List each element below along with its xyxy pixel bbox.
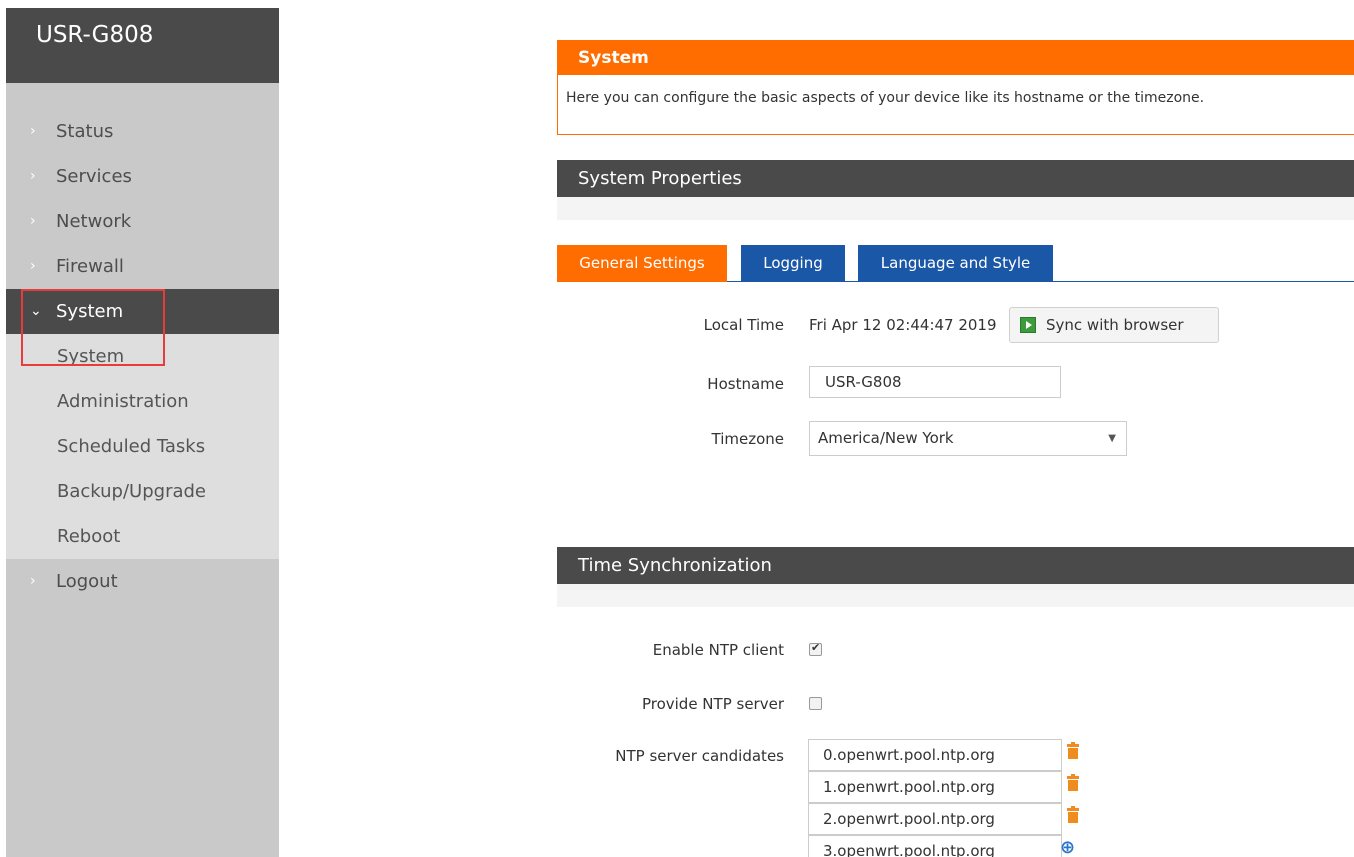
intro-panel: System Here you can configure the basic … <box>557 40 1354 135</box>
sidebar-item-label: Firewall <box>56 256 124 277</box>
enable-ntp-checkbox[interactable] <box>809 641 822 656</box>
ntp-server-input[interactable]: 2.openwrt.pool.ntp.org <box>808 803 1062 835</box>
sidebar-item-label: System <box>56 301 124 322</box>
chevron-right-icon: › <box>30 573 36 589</box>
play-icon <box>1020 317 1036 333</box>
sidebar-item-services[interactable]: › Services <box>6 154 279 199</box>
dropdown-arrow-icon: ▼ <box>1108 433 1116 444</box>
sync-with-browser-button[interactable]: Sync with browser <box>1009 307 1219 343</box>
list-item: 3.openwrt.pool.ntp.org ⊕ <box>808 835 1075 857</box>
sync-button-label: Sync with browser <box>1046 316 1184 334</box>
page-title: System <box>558 41 1354 75</box>
time-sync-section: Time Synchronization <box>557 547 1354 607</box>
trash-icon[interactable] <box>1067 742 1079 759</box>
sidebar-item-label: Network <box>56 211 132 232</box>
timezone-selected-value: America/New York <box>818 429 954 447</box>
brand-title: USR-G808 <box>6 8 279 83</box>
local-time-value: Fri Apr 12 02:44:47 2019 <box>809 316 997 334</box>
submenu-item-administration[interactable]: Administration <box>6 379 279 424</box>
page-description: Here you can configure the basic aspects… <box>566 90 1205 106</box>
ntp-server-input[interactable]: 0.openwrt.pool.ntp.org <box>808 739 1062 771</box>
chevron-right-icon: › <box>30 213 36 229</box>
settings-tabs: General Settings Logging Language and St… <box>557 245 1354 282</box>
chevron-right-icon: › <box>30 258 36 274</box>
ntp-server-input[interactable]: 3.openwrt.pool.ntp.org <box>808 835 1062 857</box>
section-title-time-sync: Time Synchronization <box>557 547 1354 584</box>
system-submenu: System Administration Scheduled Tasks Ba… <box>6 334 279 559</box>
ntp-server-input[interactable]: 1.openwrt.pool.ntp.org <box>808 771 1062 803</box>
list-item: 1.openwrt.pool.ntp.org <box>808 771 1079 803</box>
provide-ntp-row: Provide NTP server <box>557 686 1354 722</box>
sidebar-item-status[interactable]: › Status <box>6 109 279 154</box>
submenu-item-reboot[interactable]: Reboot <box>6 514 279 559</box>
add-icon[interactable]: ⊕ <box>1060 837 1075 857</box>
submenu-item-scheduled-tasks[interactable]: Scheduled Tasks <box>6 424 279 469</box>
timezone-label: Timezone <box>711 430 785 448</box>
provide-ntp-checkbox[interactable] <box>809 697 822 710</box>
hostname-label: Hostname <box>707 375 784 393</box>
chevron-down-icon: ⌄ <box>30 303 42 319</box>
chevron-right-icon: › <box>30 123 36 139</box>
provide-ntp-label: Provide NTP server <box>641 695 784 713</box>
timezone-select[interactable]: America/New York ▼ <box>809 421 1127 456</box>
section-title-system-properties: System Properties <box>557 160 1354 197</box>
sidebar-menu: › Status › Services › Network › Firewall… <box>6 109 279 604</box>
hostname-row: Hostname USR-G808 <box>557 366 1354 402</box>
tab-logging[interactable]: Logging <box>741 245 845 282</box>
chevron-right-icon: › <box>30 168 36 184</box>
trash-icon[interactable] <box>1067 806 1079 823</box>
local-time-label: Local Time <box>703 316 784 334</box>
sidebar-item-logout[interactable]: › Logout <box>6 559 279 604</box>
main-content: System Here you can configure the basic … <box>557 40 1354 220</box>
ntp-candidates-list: 0.openwrt.pool.ntp.org 1.openwrt.pool.nt… <box>808 739 1079 857</box>
local-time-row: Local Time Fri Apr 12 02:44:47 2019 Sync… <box>557 307 1354 343</box>
enable-ntp-label: Enable NTP client <box>652 641 784 659</box>
timezone-row: Timezone America/New York ▼ <box>557 421 1354 457</box>
sidebar-item-system[interactable]: ⌄ System <box>6 289 279 334</box>
list-item: 0.openwrt.pool.ntp.org <box>808 739 1079 771</box>
sidebar-item-network[interactable]: › Network <box>6 199 279 244</box>
submenu-item-backup-upgrade[interactable]: Backup/Upgrade <box>6 469 279 514</box>
ntp-candidates-label: NTP server candidates <box>615 747 784 765</box>
sidebar-item-firewall[interactable]: › Firewall <box>6 244 279 289</box>
trash-icon[interactable] <box>1067 774 1079 791</box>
sidebar-item-label: Status <box>56 121 114 142</box>
sidebar-item-label: Services <box>56 166 132 187</box>
sidebar: USR-G808 › Status › Services › Network ›… <box>6 8 279 857</box>
sidebar-item-label: Logout <box>56 571 118 592</box>
submenu-item-system[interactable]: System <box>6 334 279 379</box>
tab-general-settings[interactable]: General Settings <box>557 245 727 282</box>
tab-language-and-style[interactable]: Language and Style <box>858 245 1053 282</box>
list-item: 2.openwrt.pool.ntp.org <box>808 803 1079 835</box>
hostname-input[interactable]: USR-G808 <box>809 366 1061 398</box>
enable-ntp-row: Enable NTP client <box>557 632 1354 668</box>
